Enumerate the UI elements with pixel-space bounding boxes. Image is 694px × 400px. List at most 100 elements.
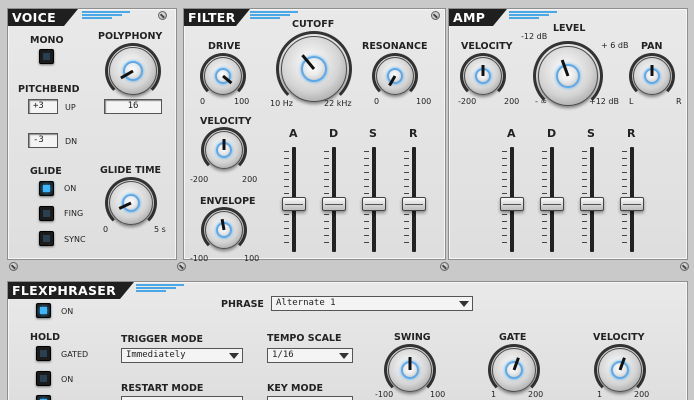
filter-title: FILTER (184, 9, 250, 26)
hold-third-button[interactable] (36, 395, 51, 400)
drive-max: 100 (234, 97, 250, 106)
pitchbend-down-display[interactable]: -3 (28, 133, 58, 148)
flexphraser-velocity-max: 200 (634, 390, 650, 399)
filter-release-label: R (409, 127, 418, 140)
key-mode-dropdown[interactable] (267, 396, 353, 400)
amp-sustain-fader[interactable] (580, 147, 604, 252)
gate-label: GATE (499, 332, 527, 343)
swing-max: 100 (430, 390, 446, 399)
polyphony-display[interactable]: 16 (104, 99, 162, 114)
fader-tick (404, 186, 409, 187)
resonance-knob[interactable] (376, 57, 414, 95)
trigger-mode-dropdown[interactable]: Immediately (121, 348, 243, 363)
screw-icon (680, 262, 689, 271)
filter-attack-fader[interactable] (282, 147, 306, 252)
filter-attack-label: A (289, 127, 298, 140)
chevron-down-icon (339, 353, 349, 359)
fader-tick (364, 179, 369, 180)
drive-knob[interactable] (204, 57, 242, 95)
glide-on-button[interactable] (39, 181, 54, 196)
filter-accent-lines (250, 11, 298, 21)
hold-gated-button[interactable] (36, 346, 51, 361)
polyphony-knob[interactable] (109, 47, 157, 95)
mono-button[interactable] (39, 49, 54, 64)
phrase-dropdown[interactable]: Alternate 1 (271, 296, 473, 311)
amp-accent-lines (509, 11, 557, 21)
fader-tick (622, 158, 627, 159)
filter-velocity-label: VELOCITY (200, 116, 252, 127)
glide-time-label: GLIDE TIME (100, 165, 162, 176)
glide-fing-label: FING (64, 209, 84, 218)
fader-tick (502, 193, 507, 194)
filter-velocity-knob[interactable] (205, 131, 243, 169)
envelope-knob[interactable] (205, 211, 243, 249)
flexphraser-on-button[interactable] (36, 303, 51, 318)
pan-knob[interactable] (633, 57, 671, 95)
fader-tick (542, 235, 547, 236)
fader-tick (622, 235, 627, 236)
fader-tick (404, 221, 409, 222)
fader-tick (364, 228, 369, 229)
amp-release-label: R (627, 127, 636, 140)
envelope-max: 100 (244, 254, 260, 263)
tempo-scale-dropdown[interactable]: 1/16 (267, 348, 353, 363)
amp-velocity-label: VELOCITY (461, 41, 513, 52)
glide-time-knob[interactable] (109, 181, 153, 225)
fader-tick (324, 186, 329, 187)
fader-tick (284, 228, 289, 229)
fader-tick (404, 172, 409, 173)
filter-decay-fader[interactable] (322, 147, 346, 252)
pitchbend-label: PITCHBEND (18, 84, 80, 95)
restart-mode-dropdown[interactable] (121, 396, 243, 400)
amp-velocity-knob[interactable] (464, 57, 502, 95)
resonance-max: 100 (416, 97, 432, 106)
fader-tick (364, 151, 369, 152)
glide-label: GLIDE (30, 166, 62, 177)
fader-tick (364, 235, 369, 236)
fader-tick (542, 214, 547, 215)
fader-tick (622, 242, 627, 243)
fader-tick (502, 228, 507, 229)
fader-tick (502, 235, 507, 236)
filter-release-fader[interactable] (402, 147, 426, 252)
fader-tick (542, 151, 547, 152)
amp-release-fader[interactable] (620, 147, 644, 252)
fader-tick (502, 221, 507, 222)
screw-icon (440, 262, 449, 271)
fader-tick (284, 193, 289, 194)
level-min: - ∞ (535, 97, 548, 106)
screw-icon (177, 262, 186, 271)
restart-mode-label: RESTART MODE (121, 383, 204, 394)
flexphraser-panel: FLEXPHRASER ON PHRASE Alternate 1 HOLD G… (7, 281, 688, 400)
drive-label: DRIVE (208, 41, 241, 52)
fader-tick (364, 165, 369, 166)
chevron-down-icon (459, 301, 469, 307)
fader-tick (364, 242, 369, 243)
swing-label: SWING (394, 332, 431, 343)
glide-sync-button[interactable] (39, 231, 54, 246)
amp-attack-fader[interactable] (500, 147, 524, 252)
fader-tick (364, 221, 369, 222)
fader-tick (284, 179, 289, 180)
flexphraser-velocity-knob[interactable] (598, 348, 642, 392)
fader-tick (284, 186, 289, 187)
pan-min: L (629, 97, 634, 106)
filter-sustain-fader[interactable] (362, 147, 386, 252)
glide-fing-button[interactable] (39, 206, 54, 221)
filter-sustain-label: S (369, 127, 377, 140)
fader-tick (364, 158, 369, 159)
hold-on-button[interactable] (36, 371, 51, 386)
pitchbend-up-display[interactable]: +3 (28, 99, 58, 114)
cutoff-knob[interactable] (281, 36, 347, 102)
fader-tick (622, 165, 627, 166)
fader-tick (284, 221, 289, 222)
swing-knob[interactable] (388, 348, 432, 392)
pan-label: PAN (641, 41, 663, 52)
gate-knob[interactable] (492, 348, 536, 392)
fader-tick (502, 158, 507, 159)
voice-accent-lines (82, 11, 130, 21)
flexphraser-velocity-label: VELOCITY (593, 332, 645, 343)
filter-velocity-max: 200 (242, 175, 258, 184)
amp-decay-fader[interactable] (540, 147, 564, 252)
fader-tick (284, 214, 289, 215)
